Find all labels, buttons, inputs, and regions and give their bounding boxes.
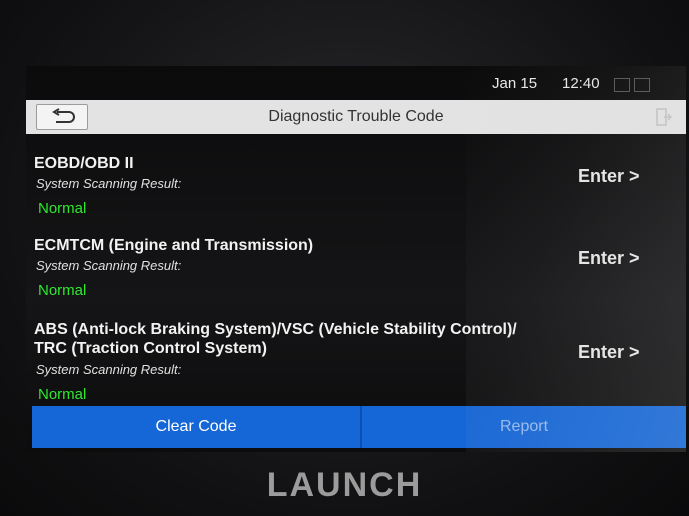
- scan-result-label: System Scanning Result:: [36, 258, 182, 273]
- system-name: ABS (Anti-lock Braking System)/VSC (Vehi…: [34, 321, 517, 338]
- clear-code-button[interactable]: Clear Code: [32, 406, 360, 448]
- title-bar: Diagnostic Trouble Code: [26, 100, 686, 134]
- scan-result-label: System Scanning Result:: [36, 176, 182, 191]
- status-time: 12:40: [562, 75, 600, 92]
- status-bar: Jan 15 12:40: [26, 66, 686, 100]
- list-item: ABS (Anti-lock Braking System)/VSC (Vehi…: [26, 298, 686, 406]
- brand-logo: LAUNCH: [266, 466, 423, 504]
- system-name-continued: TRC (Traction Control System): [34, 340, 267, 357]
- action-bar: Clear Code Report: [32, 406, 686, 448]
- scan-result-status: Normal: [38, 282, 87, 299]
- list-item: EOBD/OBD II System Scanning Result: Norm…: [26, 134, 686, 217]
- status-icons: [614, 76, 674, 93]
- report-button[interactable]: Report: [362, 406, 686, 448]
- scan-result-label: System Scanning Result:: [36, 362, 182, 377]
- list-item: ECMTCM (Engine and Transmission) System …: [26, 216, 686, 299]
- exit-icon[interactable]: [656, 108, 672, 126]
- page-title: Diagnostic Trouble Code: [268, 108, 444, 125]
- scan-result-status: Normal: [38, 386, 87, 403]
- system-name: ECMTCM (Engine and Transmission): [34, 237, 314, 254]
- screen: Jan 15 12:40 Diagnostic Trouble Code EOB…: [26, 66, 686, 452]
- system-list: EOBD/OBD II System Scanning Result: Norm…: [26, 134, 686, 406]
- scan-result-status: Normal: [38, 200, 87, 217]
- status-date: Jan 15: [492, 75, 538, 92]
- enter-button[interactable]: Enter >: [578, 248, 640, 269]
- enter-button[interactable]: Enter >: [578, 166, 640, 187]
- system-name: EOBD/OBD II: [34, 155, 134, 172]
- enter-button[interactable]: Enter >: [578, 342, 640, 363]
